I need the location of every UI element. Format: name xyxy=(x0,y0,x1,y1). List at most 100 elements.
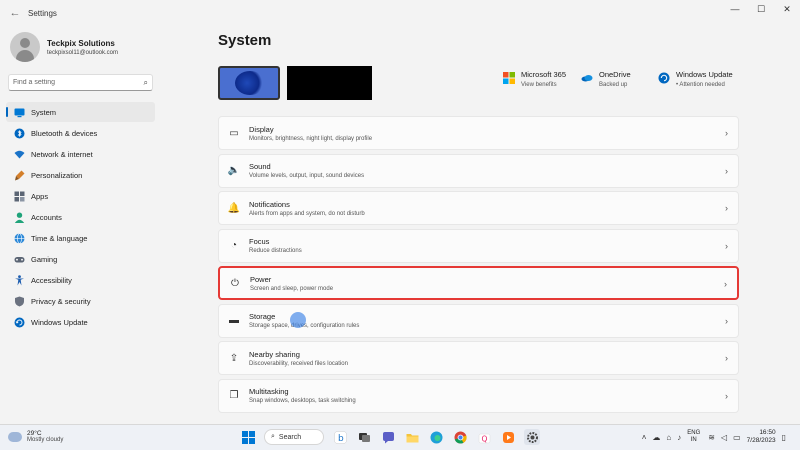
card-title: Notifications xyxy=(249,199,290,209)
store-icon[interactable]: Q xyxy=(476,429,492,445)
clock[interactable]: 16:50 7/28/2023 xyxy=(747,429,776,445)
cloud-sync-icon[interactable]: ☁ xyxy=(652,433,660,442)
battery-icon[interactable]: ▭ xyxy=(733,433,741,442)
card-title: Sound xyxy=(249,162,271,171)
chevron-up-icon[interactable]: ˄ xyxy=(642,433,647,442)
apps-icon xyxy=(14,191,25,202)
search-icon: ⌕ xyxy=(271,433,275,440)
sidebar-item-label: Personalization xyxy=(31,170,83,180)
device-wallpaper-thumbnail[interactable] xyxy=(218,66,280,100)
avatar xyxy=(10,32,40,62)
microsoft-365-icon xyxy=(503,71,515,84)
minimize-button[interactable]: — xyxy=(722,0,748,18)
search-input[interactable] xyxy=(13,79,144,86)
taskbar: 29°C Mostly cloudy ⌕ Search b Q ˄ ☁ ⌂ ♪ … xyxy=(0,424,800,450)
card-power[interactable]: ⏻ Power Screen and sleep, power mode › xyxy=(218,266,739,300)
edge-browser-icon[interactable] xyxy=(428,429,444,445)
quick-link-subtitle: • Attention needed xyxy=(676,82,725,88)
card-subtitle: Reduce distractions xyxy=(249,248,302,254)
volume-tray-icon[interactable]: ◁ xyxy=(721,433,727,442)
shield-icon xyxy=(14,296,25,307)
chevron-right-icon: › xyxy=(725,240,728,251)
sidebar-item-label: Apps xyxy=(31,191,49,201)
sidebar-item-windows-update[interactable]: Windows Update xyxy=(6,312,155,332)
user-profile[interactable]: Teckpix Solutions teckpixsol11@outlook.c… xyxy=(10,32,118,62)
wifi-tray-icon[interactable]: ≋ xyxy=(708,433,715,442)
card-multitasking[interactable]: ❐ Multitasking Snap windows, desktops, ta… xyxy=(218,378,739,413)
card-subtitle: Snap windows, desktops, task switching xyxy=(249,398,356,404)
profile-email: teckpixsol11@outlook.com xyxy=(47,49,119,56)
sidebar-item-system[interactable]: System xyxy=(6,102,155,122)
share-icon: ⇪ xyxy=(229,352,239,364)
windows-logo-icon xyxy=(241,430,255,444)
sidebar-item-gaming[interactable]: Gaming xyxy=(6,249,155,269)
task-view-icon[interactable] xyxy=(356,429,372,445)
card-sound[interactable]: 🔈 Sound Volume levels, output, input, sou… xyxy=(218,153,739,188)
taskbar-search[interactable]: ⌕ Search xyxy=(264,429,324,445)
meet-now-icon[interactable]: ⌂ xyxy=(666,433,671,442)
card-nearby-sharing[interactable]: ⇪ Nearby sharing Discoverability, receive… xyxy=(218,341,739,375)
quick-link-windows-update[interactable]: Windows Update • Attention needed xyxy=(658,70,733,88)
quick-link-onedrive[interactable]: OneDrive Backed up xyxy=(581,70,631,88)
sidebar-item-apps[interactable]: Apps xyxy=(6,186,155,206)
windows-update-icon xyxy=(14,317,25,328)
card-focus[interactable]: ◔ Focus Reduce distractions › xyxy=(218,228,739,263)
bing-icon[interactable]: b xyxy=(332,429,348,445)
language-indicator[interactable]: ENG IN xyxy=(687,430,700,444)
speaker-icon[interactable]: ♪ xyxy=(677,433,681,442)
card-subtitle: Discoverability, received files location xyxy=(249,360,348,367)
sidebar-item-label: Gaming xyxy=(31,254,58,264)
teams-chat-icon[interactable] xyxy=(380,429,396,445)
quick-link-microsoft-365[interactable]: Microsoft 365 View benefits xyxy=(503,70,566,88)
window-controls: — ☐ ✕ xyxy=(722,0,800,18)
sidebar-item-privacy[interactable]: Privacy & security xyxy=(6,291,155,311)
cloud-icon xyxy=(8,431,22,442)
weather-widget[interactable]: 29°C Mostly cloudy xyxy=(8,430,63,443)
main-panel: System Microsoft 365 View benefits OneDr… xyxy=(205,26,750,424)
system-tray: ˄ ☁ ⌂ ♪ ENG IN ≋ ◁ ▭ 16:50 7/28/2023 ▯ xyxy=(642,429,792,445)
notification-icon[interactable]: ▯ xyxy=(782,433,786,442)
sidebar-item-label: Network & internet xyxy=(31,149,93,159)
back-button[interactable]: ← xyxy=(4,7,26,19)
sidebar-item-time-language[interactable]: Time & language xyxy=(6,228,155,248)
find-setting-search[interactable]: ⌕ xyxy=(8,74,153,91)
card-display[interactable]: ▭ Display Monitors, brightness, night lig… xyxy=(218,116,739,150)
quick-link-title: Windows Update xyxy=(676,70,733,79)
sidebar-item-personalization[interactable]: Personalization xyxy=(6,165,155,185)
search-icon[interactable]: ⌕ xyxy=(144,78,148,88)
close-button[interactable]: ✕ xyxy=(774,0,800,18)
sidebar-item-label: Accounts xyxy=(31,212,62,222)
card-title: Multitasking xyxy=(249,387,289,396)
chevron-right-icon: › xyxy=(725,128,728,138)
quick-link-subtitle: Backed up xyxy=(599,82,628,88)
card-notifications[interactable]: 🔔 Notifications Alerts from apps and syst… xyxy=(218,191,739,225)
chrome-browser-icon[interactable] xyxy=(452,429,468,445)
maximize-button[interactable]: ☐ xyxy=(748,0,774,18)
windows-bloom-wallpaper xyxy=(235,71,265,95)
sidebar-item-accounts[interactable]: Accounts xyxy=(6,207,155,227)
brush-icon xyxy=(14,170,25,181)
display-icon: ▭ xyxy=(229,127,239,139)
svg-text:Q: Q xyxy=(481,434,487,443)
windows-update-icon xyxy=(658,71,670,84)
card-subtitle: Monitors, brightness, night light, displ… xyxy=(249,135,373,142)
settings-app-icon[interactable] xyxy=(524,429,540,445)
start-button[interactable] xyxy=(240,429,256,445)
sidebar-item-label: Bluetooth & devices xyxy=(31,128,98,138)
sidebar-item-accessibility[interactable]: Accessibility xyxy=(6,270,155,290)
sidebar-item-bluetooth[interactable]: Bluetooth & devices xyxy=(6,123,155,143)
mouse-cursor-indicator xyxy=(290,312,306,328)
sidebar-item-label: Windows Update xyxy=(31,317,88,327)
page-title: System xyxy=(218,32,272,49)
sidebar-item-label: System xyxy=(31,107,57,117)
sidebar-item-network[interactable]: Network & internet xyxy=(6,144,155,164)
card-title: Focus xyxy=(249,237,270,246)
sidebar-item-label: Privacy & security xyxy=(31,296,91,306)
svg-text:b: b xyxy=(338,434,344,444)
bluetooth-icon xyxy=(14,128,25,139)
file-explorer-icon[interactable] xyxy=(404,429,420,445)
profile-name: Teckpix Solutions xyxy=(47,38,115,48)
wifi-icon xyxy=(14,149,25,160)
card-subtitle: Screen and sleep, power mode xyxy=(250,285,334,292)
media-player-icon[interactable] xyxy=(500,429,516,445)
